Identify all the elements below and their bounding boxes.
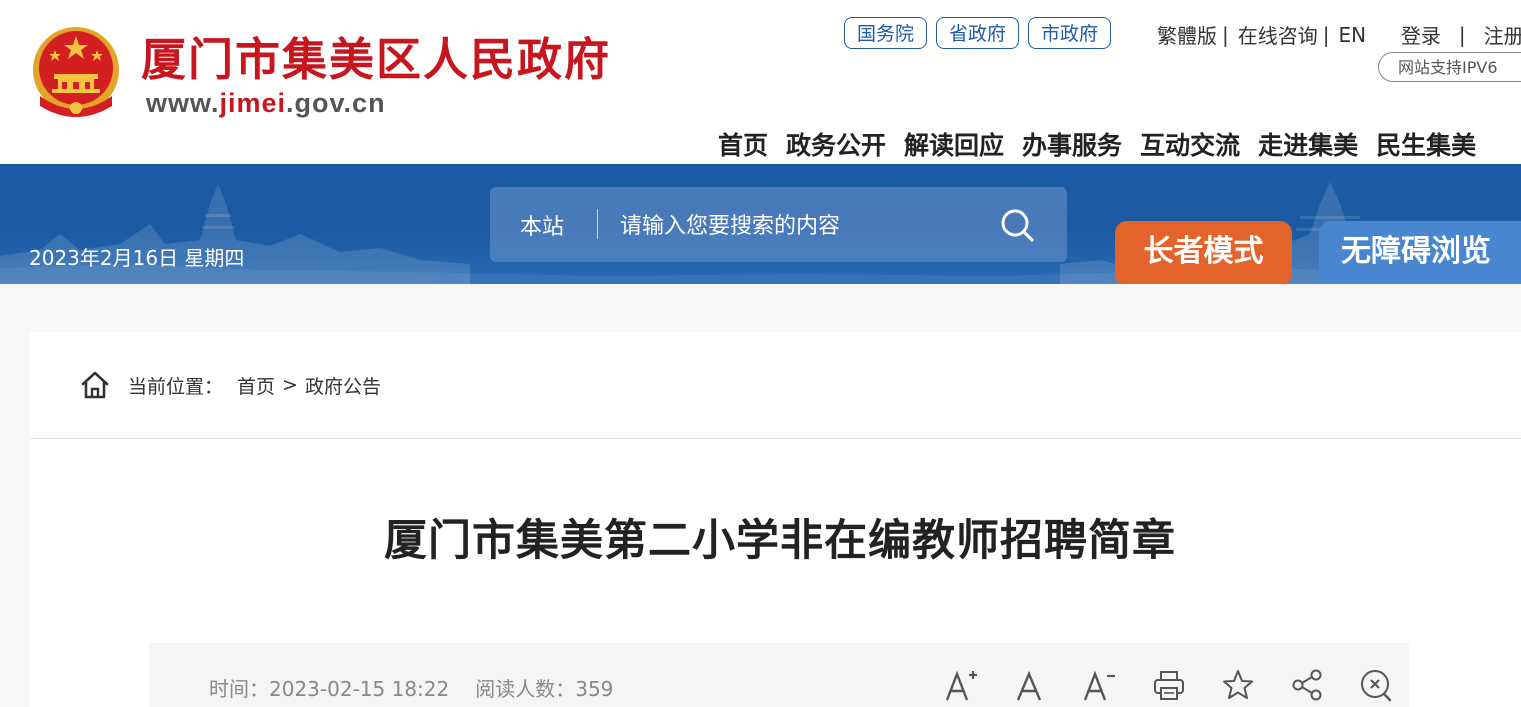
traditional-chinese-link[interactable]: 繁體版 xyxy=(1157,20,1217,49)
favorite-star-icon[interactable] xyxy=(1220,667,1289,703)
national-emblem-icon xyxy=(33,27,119,117)
nav-gov-affairs[interactable]: 政务公开 xyxy=(786,128,886,164)
gov-link-state-council[interactable]: 国务院 xyxy=(844,17,928,49)
article-meta-bar: 时间：2023-02-15 18:22 阅读人数：359 xyxy=(149,643,1409,707)
views-value: 359 xyxy=(575,677,614,701)
gov-links: 国务院 省政府 市政府 xyxy=(844,17,1112,49)
font-smaller-icon[interactable] xyxy=(1082,667,1151,703)
font-larger-icon[interactable] xyxy=(944,667,1013,703)
nav-services[interactable]: 办事服务 xyxy=(1022,128,1122,164)
breadcrumb-announcements[interactable]: 政府公告 xyxy=(305,372,381,399)
search-box: 本站 xyxy=(490,187,1067,262)
search-input[interactable] xyxy=(618,205,972,247)
site-domain: www.jimei.gov.cn xyxy=(146,88,386,119)
top-links: 繁體版| 在线咨询| EN| 登录| 注册 xyxy=(1157,20,1521,49)
domain-prefix: www. xyxy=(146,88,220,118)
time-value: 2023-02-15 18:22 xyxy=(269,677,450,701)
english-link[interactable]: EN xyxy=(1339,23,1367,47)
accessibility-button[interactable]: 无障碍浏览 xyxy=(1319,221,1521,284)
domain-highlight: jimei xyxy=(219,88,287,118)
font-normal-icon[interactable] xyxy=(1013,667,1082,703)
breadcrumb-separator: > xyxy=(282,374,298,396)
divider xyxy=(30,438,1521,439)
separator: | xyxy=(1222,22,1229,47)
main-nav: 首页 政务公开 解读回应 办事服务 互动交流 走进集美 民生集美 xyxy=(718,128,1476,164)
domain-suffix: .gov.cn xyxy=(286,88,386,118)
share-icon[interactable] xyxy=(1289,667,1358,703)
banner: 2023年2月16日 星期四 本站 长者模式 无障碍浏览 xyxy=(0,164,1521,284)
site-title[interactable]: 厦门市集美区人民政府 xyxy=(141,30,611,90)
close-zoom-icon[interactable] xyxy=(1358,667,1427,703)
online-consult-link[interactable]: 在线咨询 xyxy=(1238,20,1318,49)
breadcrumb-home[interactable]: 首页 xyxy=(237,372,275,399)
search-divider xyxy=(597,209,598,239)
register-link[interactable]: 注册 xyxy=(1484,20,1521,49)
breadcrumb: 当前位置： 首页 > 政府公告 xyxy=(80,368,381,402)
spacer: | xyxy=(1380,23,1387,47)
nav-home[interactable]: 首页 xyxy=(718,128,768,164)
search-scope-select[interactable]: 本站 xyxy=(520,209,564,241)
search-icon[interactable] xyxy=(998,206,1036,244)
article-meta: 时间：2023-02-15 18:22 阅读人数：359 xyxy=(209,673,613,702)
article-tools xyxy=(944,667,1427,703)
ipv6-badge: 网站支持IPV6 xyxy=(1378,52,1521,82)
separator: | xyxy=(1458,22,1466,47)
login-link[interactable]: 登录 xyxy=(1401,20,1441,49)
home-icon xyxy=(81,371,109,399)
breadcrumb-label: 当前位置： xyxy=(128,375,224,398)
nav-livelihood[interactable]: 民生集美 xyxy=(1376,128,1476,164)
content-panel: 当前位置： 首页 > 政府公告 厦门市集美第二小学非在编教师招聘简章 时间：20… xyxy=(30,332,1521,707)
elder-mode-button[interactable]: 长者模式 xyxy=(1115,221,1292,284)
separator: | xyxy=(1322,22,1330,47)
gov-link-city[interactable]: 市政府 xyxy=(1028,17,1112,49)
site-header: 厦门市集美区人民政府 www.jimei.gov.cn 国务院 省政府 市政府 … xyxy=(0,0,1521,164)
gov-link-province[interactable]: 省政府 xyxy=(936,17,1020,49)
print-icon[interactable] xyxy=(1151,667,1220,703)
nav-interpretation[interactable]: 解读回应 xyxy=(904,128,1004,164)
nav-about-jimei[interactable]: 走进集美 xyxy=(1258,128,1358,164)
current-date: 2023年2月16日 星期四 xyxy=(29,246,245,270)
views-label: 阅读人数： xyxy=(475,677,576,701)
time-label: 时间： xyxy=(209,677,269,701)
article-title: 厦门市集美第二小学非在编教师招聘简章 xyxy=(384,516,1176,566)
nav-interaction[interactable]: 互动交流 xyxy=(1140,128,1240,164)
